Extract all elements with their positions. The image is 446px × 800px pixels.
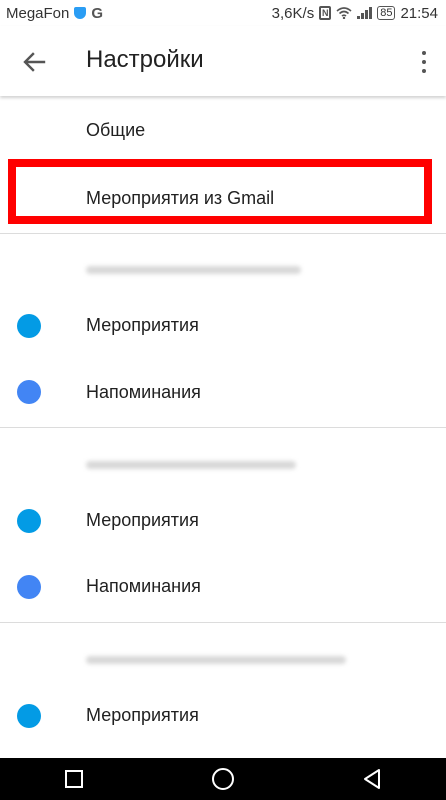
more-options-button[interactable] bbox=[414, 48, 434, 76]
calendar-item-events[interactable]: Мероприятия bbox=[0, 685, 446, 747]
clock: 21:54 bbox=[400, 4, 438, 22]
signal-icon bbox=[357, 7, 373, 19]
arrow-back-icon bbox=[23, 52, 46, 72]
divider bbox=[0, 622, 446, 623]
calendar-label: Мероприятия bbox=[86, 510, 199, 530]
back-triangle-icon bbox=[363, 769, 380, 789]
highlight-frame bbox=[8, 159, 432, 224]
back-button[interactable] bbox=[18, 46, 50, 78]
calendar-color-dot bbox=[17, 575, 41, 599]
page-title: Настройки bbox=[86, 46, 204, 73]
more-vert-icon bbox=[422, 51, 426, 55]
calendar-label: Мероприятия bbox=[86, 315, 199, 335]
calendar-label: Напоминания bbox=[86, 382, 201, 402]
account-email bbox=[86, 266, 301, 274]
back-nav-button[interactable] bbox=[352, 759, 392, 799]
account-email bbox=[86, 461, 296, 469]
wifi-icon bbox=[336, 7, 352, 19]
calendar-item-reminders[interactable]: Напоминания bbox=[0, 556, 446, 618]
calendar-item-reminders[interactable]: Напоминания bbox=[0, 361, 446, 423]
recents-button[interactable] bbox=[54, 759, 94, 799]
calendar-color-dot bbox=[17, 509, 41, 533]
app-bar: Настройки bbox=[0, 26, 446, 96]
status-bar: MegaFon G 3,6K/s N 85 21:54 bbox=[0, 0, 446, 26]
divider bbox=[0, 233, 446, 234]
calendar-item-events[interactable]: Мероприятия bbox=[0, 295, 446, 357]
recents-square-icon bbox=[65, 770, 84, 788]
calendar-color-dot bbox=[17, 314, 41, 338]
calendar-color-dot bbox=[17, 380, 41, 404]
google-icon: G bbox=[91, 4, 104, 22]
calendar-item-events[interactable]: Мероприятия bbox=[0, 490, 446, 552]
general-settings-item[interactable]: Общие bbox=[0, 100, 446, 162]
battery-indicator: 85 bbox=[377, 6, 396, 20]
account-email bbox=[86, 656, 346, 664]
home-button[interactable] bbox=[203, 759, 243, 799]
carrier-label: MegaFon bbox=[6, 4, 70, 22]
general-settings-label: Общие bbox=[86, 120, 146, 140]
nfc-icon: N bbox=[319, 6, 332, 20]
divider bbox=[0, 427, 446, 428]
network-speed: 3,6K/s bbox=[271, 4, 315, 22]
calendar-label: Напоминания bbox=[86, 576, 201, 596]
system-nav-bar bbox=[0, 758, 446, 800]
calendar-label: Мероприятия bbox=[86, 705, 199, 725]
shield-icon bbox=[74, 7, 87, 19]
calendar-color-dot bbox=[17, 704, 41, 728]
home-circle-icon bbox=[211, 768, 234, 790]
